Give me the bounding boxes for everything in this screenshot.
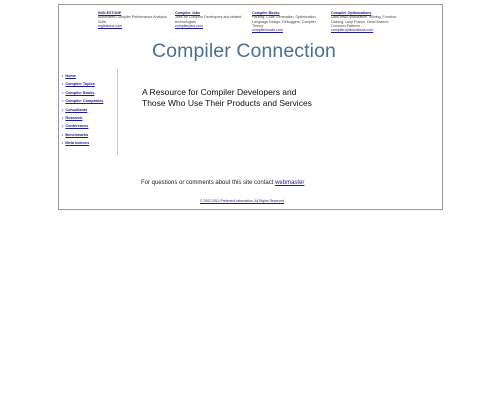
webmaster-link[interactable]: webmaster <box>275 180 304 186</box>
ad-body: Jobs for Compiler Developers and related… <box>175 15 242 24</box>
sidebar-item-label[interactable]: Home <box>65 74 76 78</box>
contact-line: For questions or comments about this sit… <box>141 180 304 186</box>
bullet-icon: • <box>62 107 64 112</box>
sidebar-item-label[interactable]: Conferences <box>65 124 88 128</box>
site-tagline: A Resource for Compiler Developers and T… <box>142 87 372 109</box>
sidebar-nav: • Home • Compiler Topics • Compiler Books •… <box>59 69 118 155</box>
sidebar-item-compiler-topics[interactable]: • Compiler Topics <box>62 80 103 88</box>
tagline-line-2: Those Who Use Their Products and Service… <box>142 98 312 108</box>
sidebar-item-benchmarks[interactable]: • Benchmarks <box>62 131 103 139</box>
sponsor-ad-compiler-optimizations[interactable]: Compiler Optimizations Data-flow/Optimiz… <box>331 11 403 32</box>
bullet-icon: • <box>62 82 64 87</box>
sidebar-item-compiler-companies[interactable]: • Compiler Companies <box>62 97 103 105</box>
sidebar-item-meta-indexes[interactable]: • Meta Indexes <box>62 139 103 147</box>
sidebar-item-research[interactable]: • Research <box>62 114 103 122</box>
bullet-icon: • <box>62 116 64 121</box>
page-frame: INGLESTONE Automated Compiler Performanc… <box>58 4 443 210</box>
bullet-icon: • <box>62 99 64 104</box>
bullet-icon: • <box>62 141 64 146</box>
ad-link[interactable]: compileroptimizations.com <box>331 28 403 32</box>
sponsor-ad-compiler-books[interactable]: Compiler Books Parsing, Code Generation,… <box>252 11 324 32</box>
sidebar-item-consultants[interactable]: • Consultants <box>62 106 103 114</box>
sidebar-item-label[interactable]: Compiler Topics <box>65 82 94 86</box>
sidebar-item-label[interactable]: Benchmarks <box>65 133 88 137</box>
ad-link[interactable]: inglestone.com <box>98 24 170 28</box>
bullet-icon: • <box>62 124 64 129</box>
site-title: Compiler Connection <box>152 40 336 62</box>
bullet-icon: • <box>62 74 64 78</box>
sidebar-item-label[interactable]: Compiler Companies <box>65 99 103 103</box>
ad-body: Data-flow/Optimization, Inlining, Functi… <box>331 15 397 28</box>
ad-body: Parsing, Code Generation, Optimization, … <box>252 15 317 28</box>
ad-link[interactable]: compilerbooks.com <box>252 28 324 32</box>
ad-link[interactable]: compilerjobs.com <box>175 24 247 28</box>
sidebar-item-label[interactable]: Consultants <box>65 108 87 112</box>
sidebar-item-label[interactable]: Compiler Books <box>65 91 94 95</box>
sponsor-ad-inglestone[interactable]: INGLESTONE Automated Compiler Performanc… <box>98 11 170 28</box>
bullet-icon: • <box>62 132 64 137</box>
bullet-icon: • <box>62 90 64 95</box>
sidebar-item-label[interactable]: Meta Indexes <box>65 141 89 145</box>
sidebar-item-home[interactable]: • Home <box>62 72 103 80</box>
sidebar-item-compiler-books[interactable]: • Compiler Books <box>62 89 103 97</box>
sidebar-item-label[interactable]: Research <box>65 116 82 120</box>
copyright-link[interactable]: © 2002-2010 Preferred Information, All R… <box>200 199 284 203</box>
sponsor-ad-compiler-jobs[interactable]: Compiler Jobs Jobs for Compiler Develope… <box>175 11 247 28</box>
contact-text: For questions or comments about this sit… <box>141 180 276 186</box>
sidebar-item-conferences[interactable]: • Conferences <box>62 122 103 130</box>
tagline-line-1: A Resource for Compiler Developers and <box>142 87 297 97</box>
ad-body: Automated Compiler Performance Analysis … <box>98 15 167 24</box>
